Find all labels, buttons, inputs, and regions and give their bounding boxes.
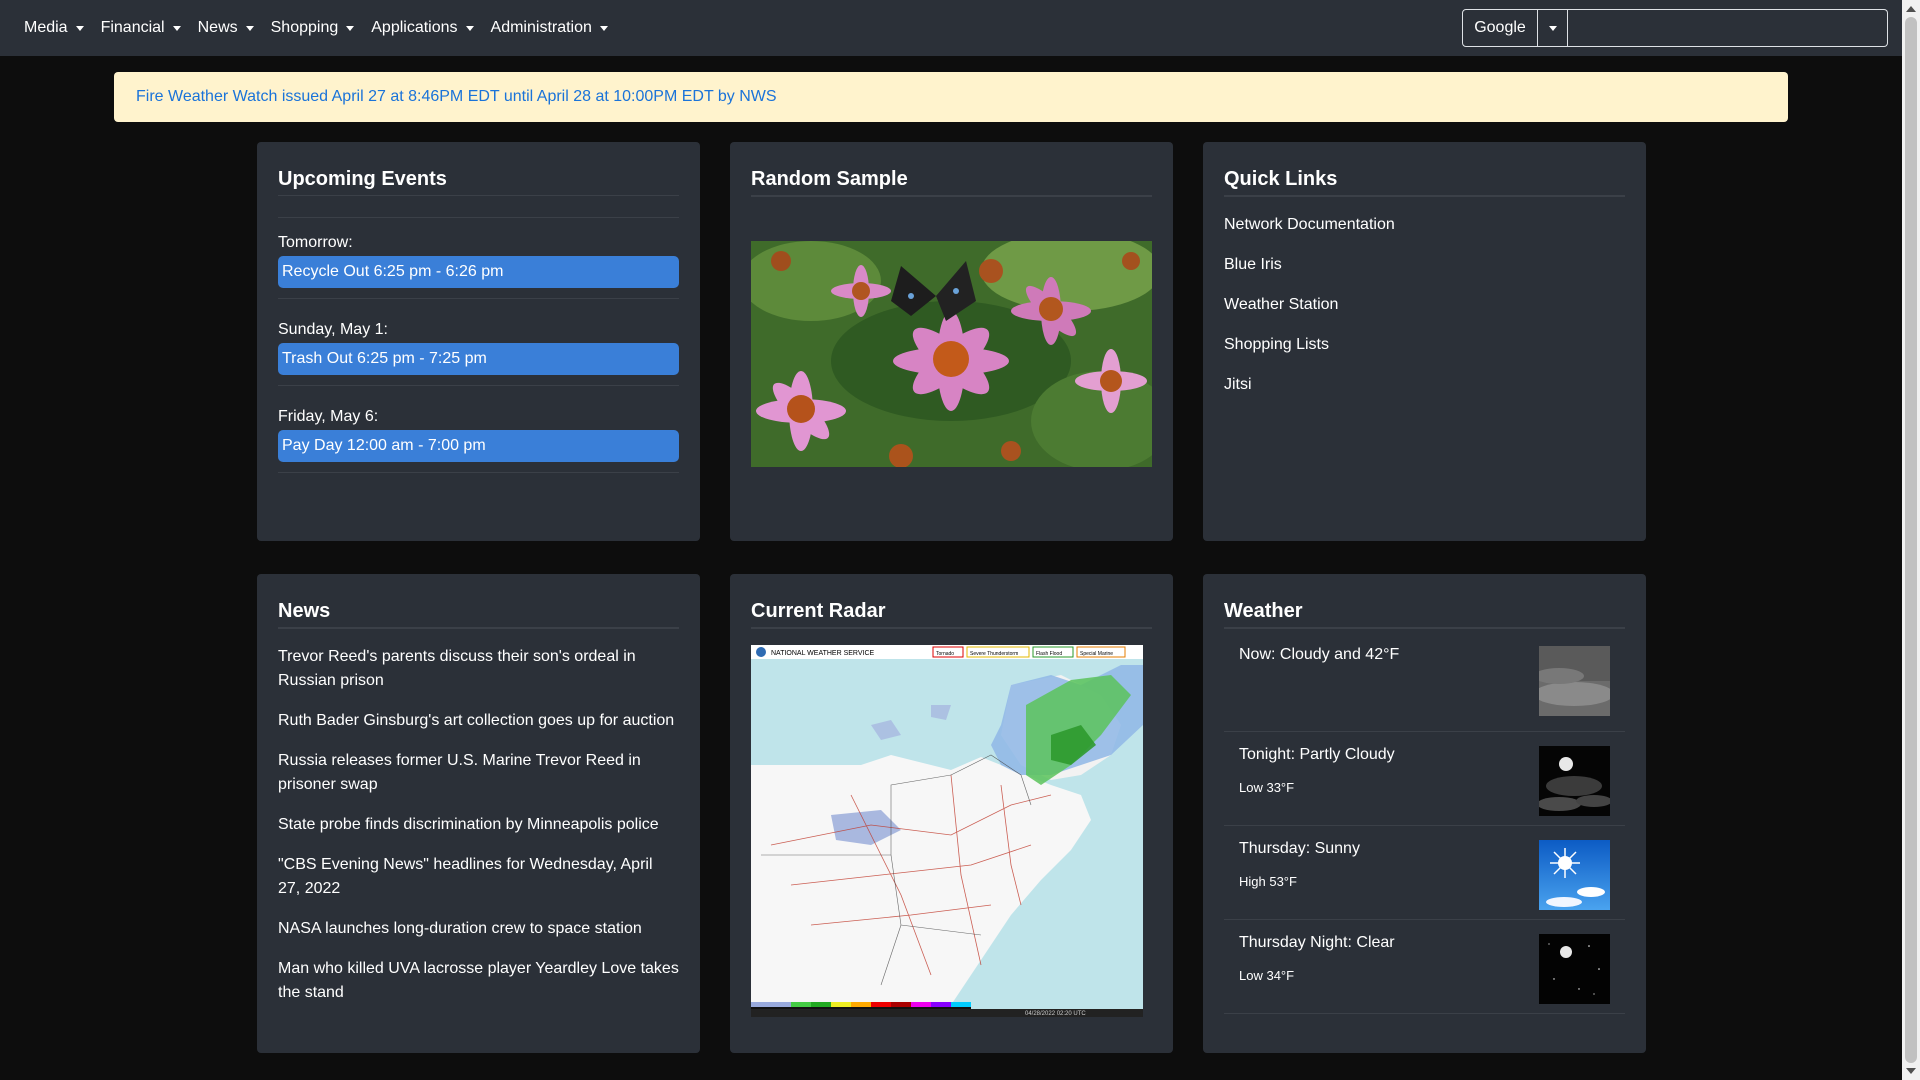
weather-temp: Low 34°F xyxy=(1239,968,1295,983)
nav-dropdown-shopping[interactable]: Shopping xyxy=(271,19,355,37)
weather-list: Now: Cloudy and 42°F Tonight: Partly Clo… xyxy=(1224,629,1625,1014)
event-group: Sunday, May 1: Trash Out 6:25 pm - 7:25 … xyxy=(278,321,679,386)
current-radar-card: Current Radar NATIONAL WEATHER SERVICE T… xyxy=(730,574,1173,1053)
divider xyxy=(278,298,679,299)
news-headline[interactable]: Trevor Reed's parents discuss their son'… xyxy=(278,645,679,693)
weather-row: Thursday Night: Clear Low 34°F xyxy=(1224,920,1625,1014)
cloudy-icon xyxy=(1539,646,1610,716)
weather-condition: Now: Cloudy and 42°F xyxy=(1239,646,1400,663)
quick-link[interactable]: Jitsi xyxy=(1224,365,1625,405)
card-title: Random Sample xyxy=(751,162,1152,196)
card-title: Weather xyxy=(1224,594,1625,628)
search-engine-button[interactable]: Google xyxy=(1462,9,1538,47)
radar-legend-label: Tornado xyxy=(936,651,954,657)
weather-card: Weather Now: Cloudy and 42°F Tonight: Pa… xyxy=(1203,574,1646,1053)
weather-temp: Low 33°F xyxy=(1239,780,1295,795)
card-title: News xyxy=(278,594,679,628)
radar-legend-label: Special Marine xyxy=(1080,651,1113,657)
weather-condition: Tonight: Partly Cloudy xyxy=(1239,746,1395,763)
upcoming-events-card: Upcoming Events Tomorrow: Recycle Out 6:… xyxy=(257,142,700,541)
nav-menu: Media Financial News Shopping Applicatio… xyxy=(24,19,625,37)
nav-label: Financial xyxy=(100,19,165,36)
random-sample-card: Random Sample xyxy=(730,142,1173,541)
radar-map[interactable]: NATIONAL WEATHER SERVICE Tornado Severe … xyxy=(751,645,1143,1017)
caret-down-icon xyxy=(245,25,254,31)
quick-link[interactable]: Weather Station xyxy=(1224,285,1625,325)
news-headline[interactable]: "CBS Evening News" headlines for Wednesd… xyxy=(278,853,679,901)
caret-down-icon xyxy=(599,25,608,31)
nav-label: Administration xyxy=(490,19,592,36)
sunny-icon xyxy=(1539,840,1610,910)
event-badge[interactable]: Trash Out 6:25 pm - 7:25 pm xyxy=(278,343,679,375)
news-card: News Trevor Reed's parents discuss their… xyxy=(257,574,700,1053)
event-day-label: Friday, May 6: xyxy=(278,408,379,425)
news-headline[interactable]: Russia releases former U.S. Marine Trevo… xyxy=(278,749,679,797)
clear-night-icon xyxy=(1539,934,1610,1004)
news-headline[interactable]: NASA launches long-duration crew to spac… xyxy=(278,917,679,941)
nav-dropdown-media[interactable]: Media xyxy=(24,19,84,37)
weather-temp: High 53°F xyxy=(1239,874,1297,889)
radar-legend-label: Severe Thunderstorm xyxy=(970,651,1018,657)
caret-down-icon xyxy=(346,25,355,31)
nws-logo-icon xyxy=(756,647,766,657)
nav-label: Media xyxy=(24,19,68,36)
news-headline[interactable]: State probe finds discrimination by Minn… xyxy=(278,813,679,837)
quick-links-card: Quick Links Network Documentation Blue I… xyxy=(1203,142,1646,541)
scroll-up-arrow-icon[interactable] xyxy=(1906,6,1916,12)
scroll-down-arrow-icon[interactable] xyxy=(1906,1068,1916,1074)
news-list: Trevor Reed's parents discuss their son'… xyxy=(278,645,679,1005)
weather-alert-banner: Fire Weather Watch issued April 27 at 8:… xyxy=(114,72,1788,122)
partly-cloudy-night-icon xyxy=(1539,746,1610,816)
event-badge[interactable]: Recycle Out 6:25 pm - 6:26 pm xyxy=(278,256,679,288)
page-scrollbar[interactable] xyxy=(1902,0,1920,1080)
weather-condition: Thursday: Sunny xyxy=(1239,840,1360,857)
nav-dropdown-administration[interactable]: Administration xyxy=(491,19,608,37)
event-badge[interactable]: Pay Day 12:00 am - 7:00 pm xyxy=(278,430,679,462)
quick-link[interactable]: Shopping Lists xyxy=(1224,325,1625,365)
caret-down-icon xyxy=(75,25,84,31)
scrollbar-thumb[interactable] xyxy=(1905,17,1917,1063)
quick-link[interactable]: Blue Iris xyxy=(1224,245,1625,285)
quick-link[interactable]: Network Documentation xyxy=(1224,205,1625,245)
caret-down-icon xyxy=(1548,25,1557,31)
weather-row: Tonight: Partly Cloudy Low 33°F xyxy=(1224,732,1625,826)
caret-down-icon xyxy=(172,25,181,31)
weather-row: Now: Cloudy and 42°F xyxy=(1224,629,1625,732)
event-group: Friday, May 6: Pay Day 12:00 am - 7:00 p… xyxy=(278,408,679,473)
search-input[interactable] xyxy=(1568,9,1888,47)
event-group: Tomorrow: Recycle Out 6:25 pm - 6:26 pm xyxy=(278,234,679,299)
nav-dropdown-financial[interactable]: Financial xyxy=(101,19,181,37)
nav-label: Shopping xyxy=(270,19,339,36)
sample-photo xyxy=(751,241,1152,467)
quick-links-list: Network Documentation Blue Iris Weather … xyxy=(1224,205,1625,405)
event-day-label: Tomorrow: xyxy=(278,234,353,251)
nav-label: Applications xyxy=(371,19,458,36)
nav-dropdown-news[interactable]: News xyxy=(198,19,254,37)
news-headline[interactable]: Man who killed UVA lacrosse player Yeard… xyxy=(278,957,679,1005)
search-group: Google xyxy=(1462,9,1888,47)
news-headline[interactable]: Ruth Bader Ginsburg's art collection goe… xyxy=(278,709,679,733)
nav-label: News xyxy=(197,19,238,36)
weather-condition: Thursday Night: Clear xyxy=(1239,934,1395,951)
caret-down-icon xyxy=(465,25,474,31)
weather-row: Thursday: Sunny High 53°F xyxy=(1224,826,1625,920)
card-title: Upcoming Events xyxy=(278,162,679,196)
radar-header: NATIONAL WEATHER SERVICE xyxy=(771,650,875,657)
divider xyxy=(278,472,679,473)
weather-alert-link[interactable]: Fire Weather Watch issued April 27 at 8:… xyxy=(136,88,777,106)
event-day-label: Sunday, May 1: xyxy=(278,321,388,338)
card-title: Quick Links xyxy=(1224,162,1625,196)
card-title: Current Radar xyxy=(751,594,1152,628)
nav-dropdown-applications[interactable]: Applications xyxy=(371,19,474,37)
search-engine-dropdown-toggle[interactable] xyxy=(1538,9,1568,47)
divider xyxy=(278,385,679,386)
top-navbar: Media Financial News Shopping Applicatio… xyxy=(0,0,1902,56)
radar-timestamp: 04/28/2022 02:20 UTC xyxy=(1025,1011,1086,1017)
radar-legend-label: Flash Flood xyxy=(1036,651,1062,657)
